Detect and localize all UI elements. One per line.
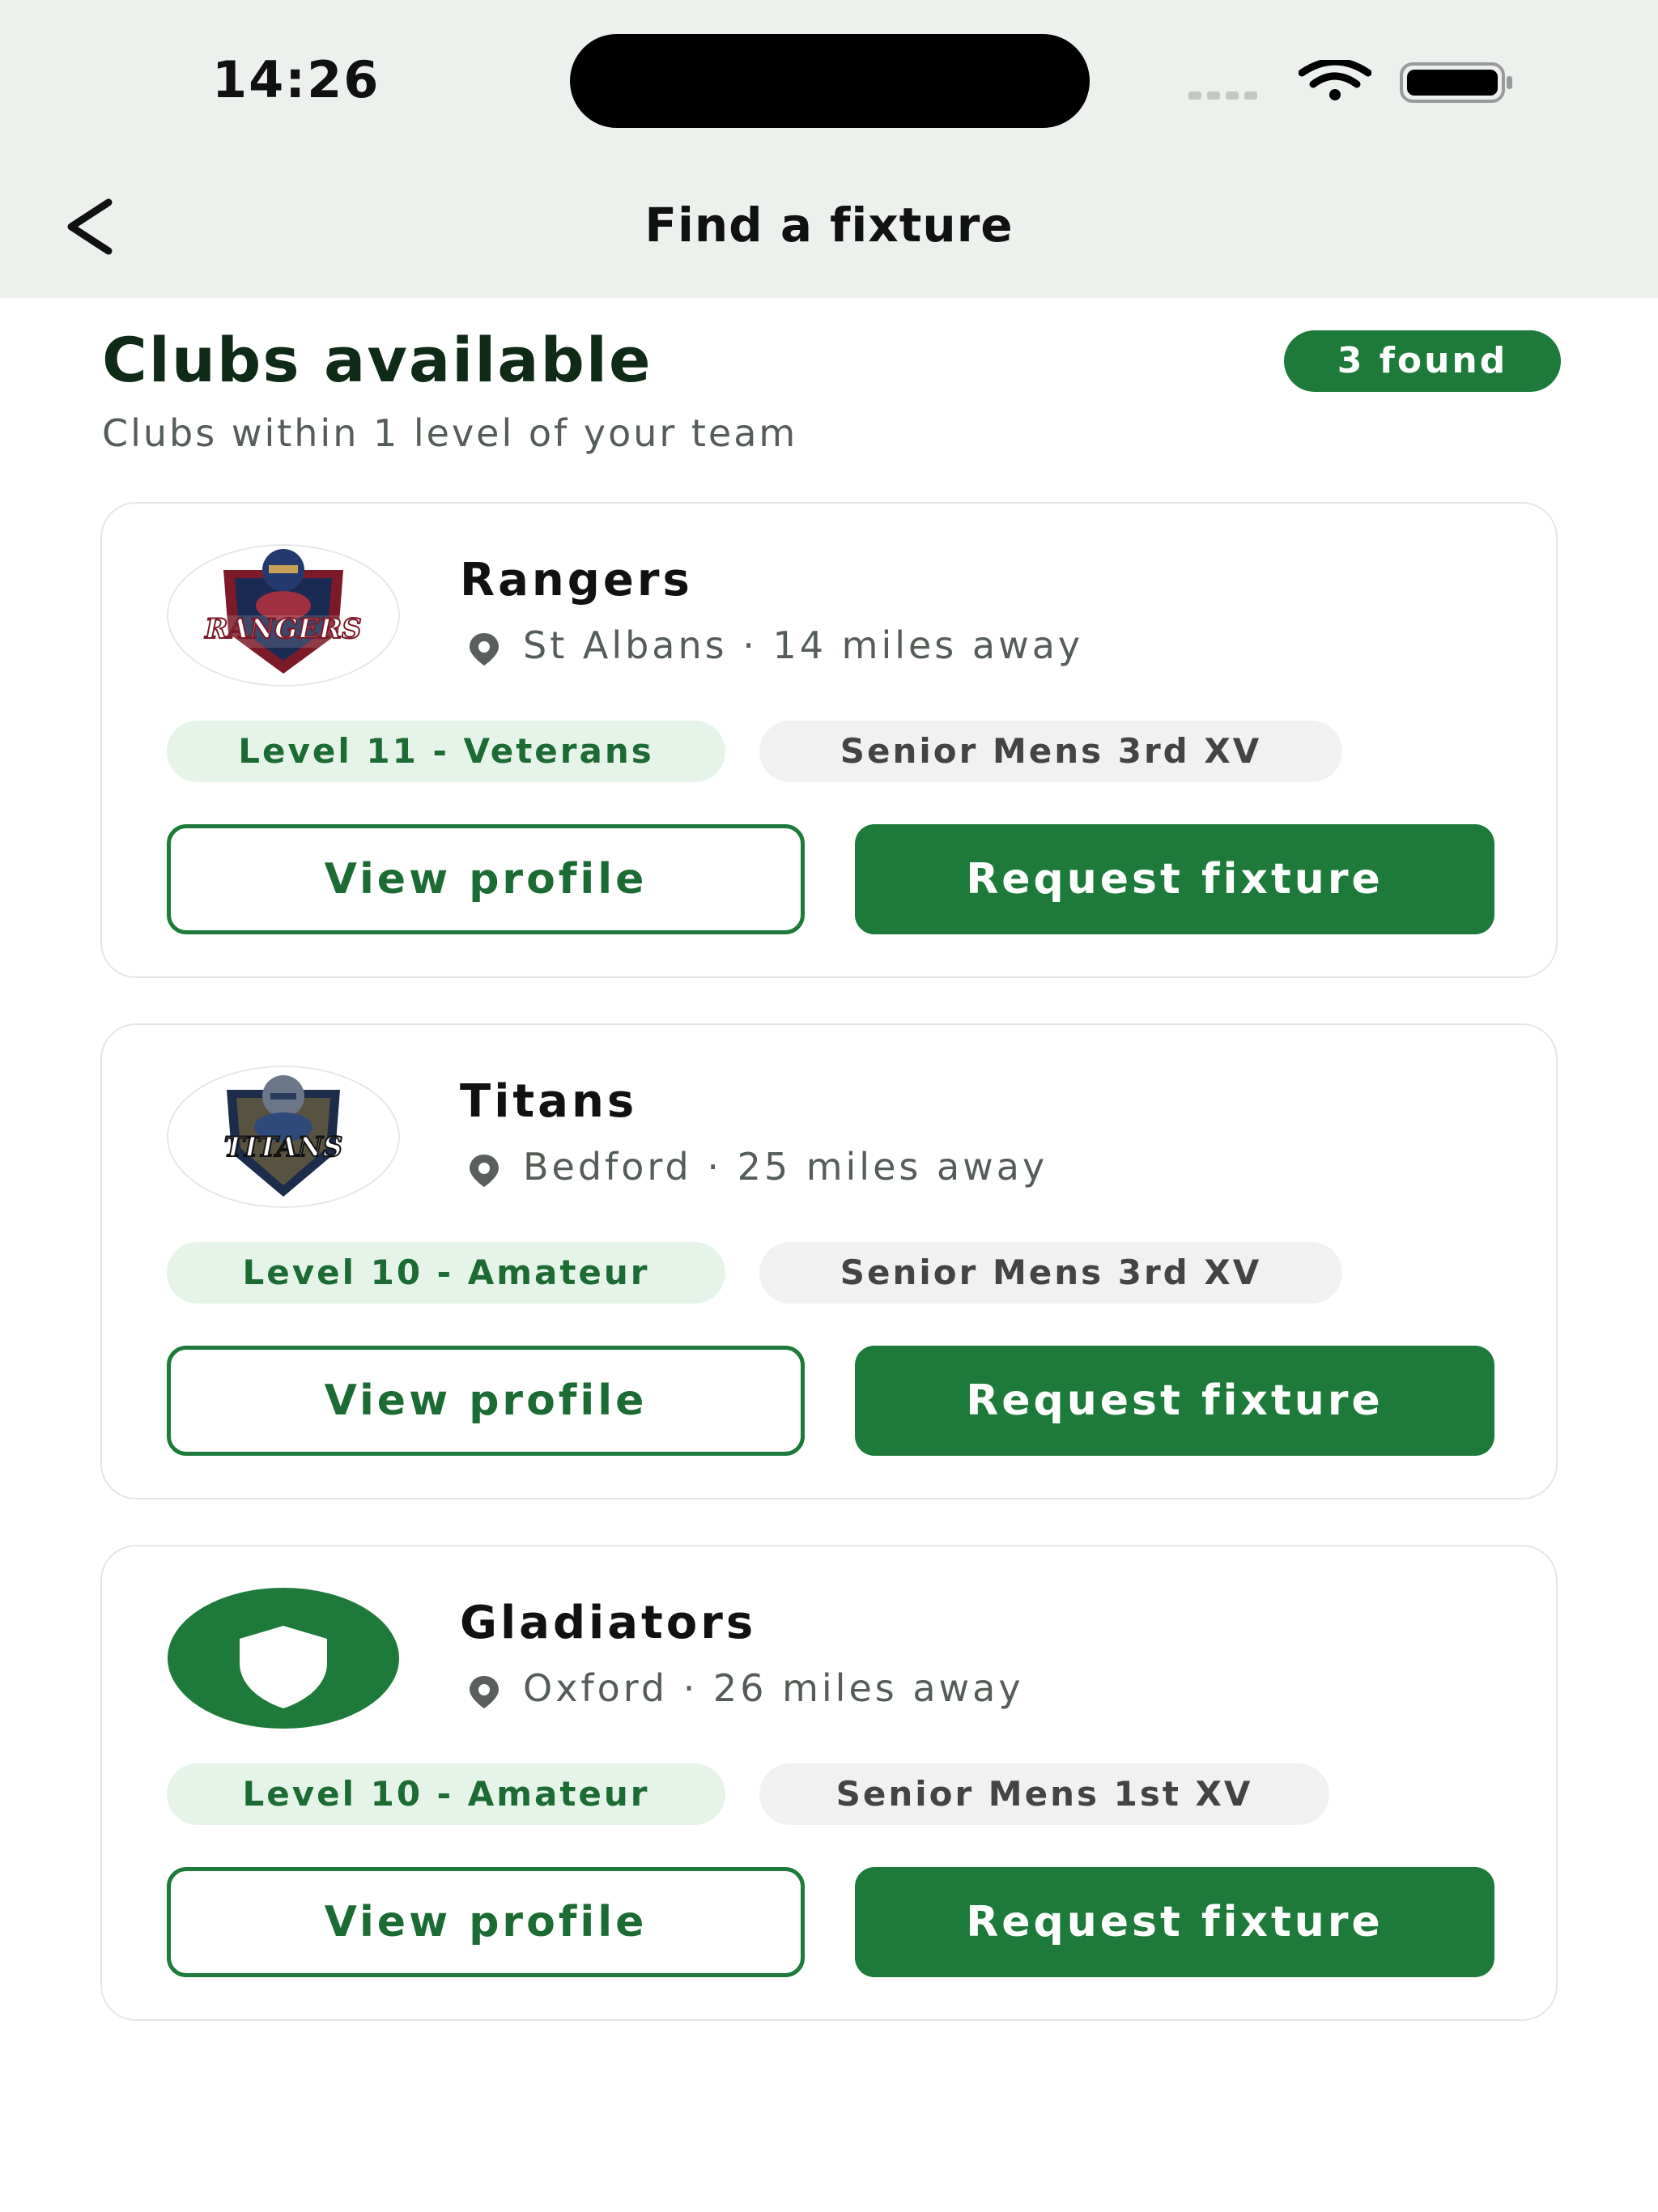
section-subtitle: Clubs within 1 level of your team: [102, 411, 798, 455]
request-fixture-button[interactable]: Request fixture: [855, 1346, 1494, 1456]
view-profile-button[interactable]: View profile: [167, 1867, 805, 1977]
location-pin-icon: [470, 633, 499, 666]
svg-text:TITANS: TITANS: [224, 1131, 343, 1163]
rangers-logo: RANGERS: [167, 544, 400, 687]
battery-icon: [1400, 62, 1512, 103]
location-pin-icon: [470, 1676, 499, 1708]
club-name: Titans: [460, 1075, 638, 1128]
status-bar: 14:26: [0, 0, 1658, 162]
club-name: Rangers: [460, 554, 693, 606]
team-chip: Senior Mens 1st XV: [759, 1763, 1329, 1825]
location-pin-icon: [470, 1155, 499, 1187]
level-chip: Level 11 - Veterans: [167, 721, 725, 782]
level-chip: Level 10 - Amateur: [167, 1763, 725, 1825]
club-card-rangers: RANGERS Rangers St Albans · 14 miles awa…: [100, 502, 1558, 978]
club-location: Oxford · 26 miles away: [523, 1666, 1024, 1710]
club-location: St Albans · 14 miles away: [523, 623, 1084, 667]
shield-icon: [168, 1588, 399, 1729]
cellular-signal-icon: [1188, 87, 1263, 103]
view-profile-button[interactable]: View profile: [167, 1346, 805, 1456]
status-time: 14:26: [212, 50, 380, 109]
level-chip: Level 10 - Amateur: [167, 1242, 725, 1304]
club-name: Gladiators: [460, 1597, 757, 1649]
view-profile-button[interactable]: View profile: [167, 824, 805, 934]
team-chip: Senior Mens 3rd XV: [759, 1242, 1342, 1304]
club-card-gladiators: Gladiators Oxford · 26 miles away Level …: [100, 1545, 1558, 2021]
dynamic-island: [570, 34, 1090, 128]
request-fixture-button[interactable]: Request fixture: [855, 824, 1494, 934]
section-title: Clubs available: [102, 324, 653, 396]
request-fixture-button[interactable]: Request fixture: [855, 1867, 1494, 1977]
titans-logo: TITANS: [167, 1066, 400, 1208]
svg-text:RANGERS: RANGERS: [204, 613, 361, 645]
page-title: Find a fixture: [644, 198, 1014, 253]
results-count-badge: 3 found: [1284, 330, 1561, 392]
wifi-icon: [1299, 60, 1371, 100]
club-card-titans: TITANS Titans Bedford · 25 miles away Le…: [100, 1023, 1558, 1499]
team-chip: Senior Mens 3rd XV: [759, 721, 1342, 782]
club-location: Bedford · 25 miles away: [523, 1145, 1048, 1189]
